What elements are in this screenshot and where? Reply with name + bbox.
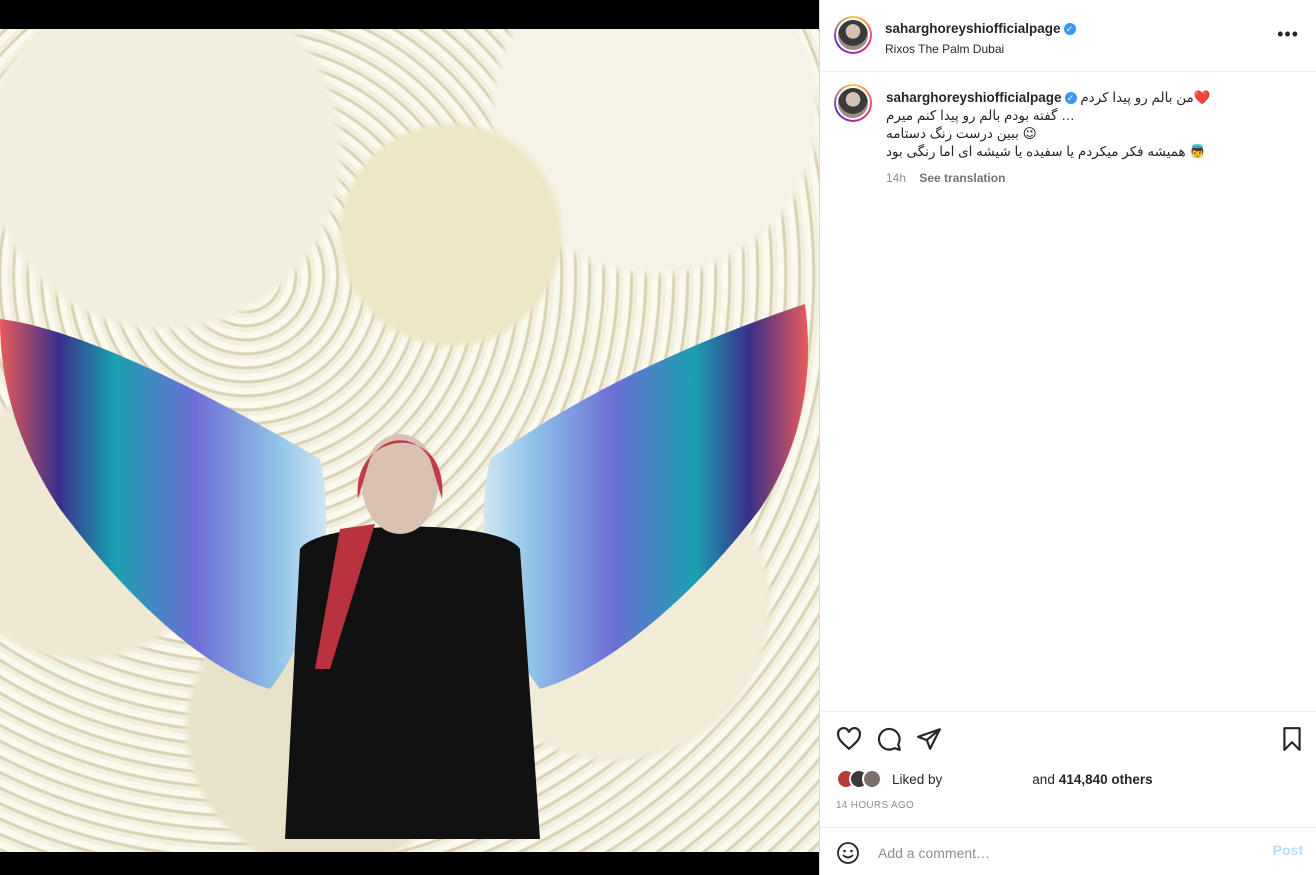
caption-username-link[interactable]: saharghoreyshiofficialpage <box>886 90 1062 105</box>
caption-meta: 14h See translation <box>886 169 1296 187</box>
caption-section: saharghoreyshiofficialpage ✓ ❤️من بالم رو… <box>820 72 1316 712</box>
post-header: saharghoreyshiofficialpage ✓ Rixos The Pa… <box>820 0 1316 72</box>
liked-by-label: Liked by <box>892 771 943 787</box>
right-wing <box>483 304 808 689</box>
post-timestamp: 14 HOURS AGO <box>836 800 915 811</box>
bookmark-icon[interactable] <box>1279 726 1305 752</box>
post-actions: Liked by and 414,840 others 14 HOURS AGO <box>820 711 1316 827</box>
verified-badge-icon: ✓ <box>1064 92 1077 105</box>
caption-text: saharghoreyshiofficialpage ✓ ❤️من بالم رو… <box>886 89 1296 187</box>
liker-avatar[interactable] <box>862 769 882 789</box>
and-label: and <box>1032 771 1055 787</box>
location-link[interactable]: Rixos The Palm Dubai <box>885 42 1076 56</box>
letterbox-top <box>0 0 819 29</box>
comment-input[interactable] <box>876 842 1260 864</box>
see-translation-link[interactable]: See translation <box>919 171 1005 185</box>
caption-avatar[interactable] <box>834 84 872 122</box>
post-sidebar: saharghoreyshiofficialpage ✓ Rixos The Pa… <box>819 0 1316 875</box>
heart-icon[interactable] <box>836 726 862 752</box>
caption-line-1: ❤️من بالم رو پیدا کردم <box>1080 90 1211 105</box>
post-media[interactable] <box>0 0 819 875</box>
caption-age: 14h <box>886 171 907 185</box>
post-comment-button[interactable]: Post <box>1273 842 1303 858</box>
comment-bar: Post <box>820 827 1316 875</box>
likes-count-link[interactable]: 414,840 others <box>1059 772 1153 787</box>
caption-line-3: 😉 ببین درست رنگ دستامه <box>886 126 1037 141</box>
avatar[interactable] <box>834 16 872 54</box>
header-text: saharghoreyshiofficialpage ✓ Rixos The Pa… <box>885 20 1076 56</box>
photo-subject <box>0 304 808 839</box>
comment-icon[interactable] <box>876 726 902 752</box>
person-body <box>285 526 540 839</box>
emoji-icon[interactable] <box>836 841 860 865</box>
left-wing <box>0 319 327 689</box>
more-options-icon[interactable]: ••• <box>1277 24 1299 45</box>
caption-line-4: 👼 همیشه فکر میکردم یا سفیده یا شیشه ای ا… <box>886 144 1207 159</box>
username-link[interactable]: saharghoreyshiofficialpage <box>885 21 1061 36</box>
letterbox-bottom <box>0 852 819 875</box>
verified-badge-icon: ✓ <box>1063 22 1076 35</box>
caption-line-2: … گفته بودم بالم رو پیدا کنم میرم <box>886 108 1075 123</box>
person-face <box>362 434 438 534</box>
share-icon[interactable] <box>916 726 942 752</box>
likes-row: Liked by and 414,840 others <box>836 769 1153 789</box>
